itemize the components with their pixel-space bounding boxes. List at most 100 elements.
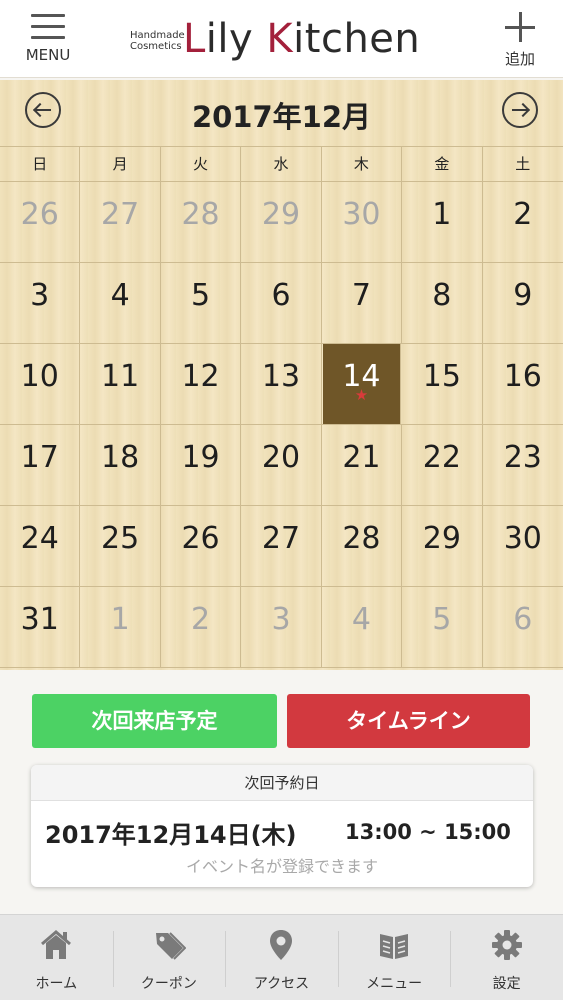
day-number: 1: [432, 197, 452, 232]
day-number: 2: [513, 197, 533, 232]
day-number: 27: [261, 521, 301, 556]
event-star-icon: ★: [354, 386, 369, 404]
day-number: 10: [20, 359, 59, 394]
day-number: 4: [351, 602, 371, 637]
calendar-day[interactable]: 4: [322, 587, 403, 667]
tab-label: アクセス: [253, 976, 310, 992]
day-number: 12: [181, 359, 220, 394]
calendar-day[interactable]: 23: [483, 425, 563, 505]
calendar-day[interactable]: 29: [241, 182, 322, 262]
calendar-day[interactable]: 9: [483, 263, 563, 343]
calendar-day[interactable]: 3: [241, 587, 322, 667]
calendar-day[interactable]: 8: [402, 263, 483, 343]
day-number: 5: [432, 602, 452, 637]
weekday-label: 火: [161, 147, 242, 182]
weekday-label: 月: [80, 147, 161, 182]
calendar-day[interactable]: 2: [161, 587, 242, 667]
calendar-day[interactable]: 3: [0, 263, 81, 343]
calendar-day[interactable]: 19: [161, 425, 242, 505]
weekday-label: 水: [241, 147, 322, 182]
calendar-day[interactable]: 25: [80, 506, 161, 586]
calendar-day[interactable]: 4: [80, 263, 161, 343]
calendar-day[interactable]: 10: [0, 344, 81, 424]
tab-menu[interactable]: メニュー: [337, 915, 451, 1000]
day-number: 1: [110, 602, 130, 637]
booking-date: 2017年12月14日(木): [45, 821, 297, 849]
book-icon: [380, 934, 409, 959]
calendar-day[interactable]: 22: [402, 425, 483, 505]
day-number: 29: [422, 521, 461, 556]
day-number: 28: [342, 521, 381, 556]
calendar-day[interactable]: 2: [483, 182, 563, 262]
day-number: 29: [261, 197, 301, 232]
timeline-button[interactable]: タイムライン: [287, 694, 530, 748]
calendar-day[interactable]: 5: [402, 587, 483, 667]
add-label: 追加: [504, 50, 535, 68]
bottom-tab-bar: ホーム クーポン アクセス メニュー 設定: [0, 914, 563, 1000]
calendar-day[interactable]: 6: [483, 587, 563, 667]
calendar-day[interactable]: 27: [241, 506, 322, 586]
weekday-label: 木: [322, 147, 403, 182]
calendar-day[interactable]: 15: [402, 344, 483, 424]
tab-label: ホーム: [35, 976, 78, 992]
menu-label: MENU: [25, 46, 71, 64]
tab-home[interactable]: ホーム: [0, 915, 113, 1000]
tag-icon: [155, 932, 186, 960]
calendar-day[interactable]: 21: [322, 425, 403, 505]
calendar-day[interactable]: 13: [241, 344, 322, 424]
booking-time: 13:00 ~ 15:00: [345, 820, 511, 844]
day-number: 6: [271, 278, 291, 313]
tab-access[interactable]: アクセス: [225, 915, 338, 1000]
day-number: 16: [503, 359, 542, 394]
calendar-day[interactable]: 20: [241, 425, 322, 505]
day-number: 20: [261, 440, 301, 475]
calendar-day[interactable]: 26: [0, 182, 81, 262]
day-number: 19: [181, 440, 220, 475]
calendar-day[interactable]: 5: [161, 263, 242, 343]
calendar-day[interactable]: 1: [402, 182, 483, 262]
calendar-header: 2017年12月: [0, 80, 563, 146]
tab-settings[interactable]: 設定: [450, 915, 563, 1000]
calendar-day[interactable]: 7: [322, 263, 403, 343]
calendar-day[interactable]: 31: [0, 587, 81, 667]
menu-button[interactable]: MENU: [18, 10, 78, 70]
next-visit-button[interactable]: 次回来店予定: [32, 694, 277, 748]
calendar-day[interactable]: 18: [80, 425, 161, 505]
calendar-day[interactable]: 28: [322, 506, 403, 586]
calendar-day[interactable]: 11: [80, 344, 161, 424]
weekday-header-row: 日月火水木金 土: [0, 147, 563, 182]
next-booking-card[interactable]: 次回予約日 2017年12月14日(木) 13:00 ~ 15:00 イベント名…: [31, 765, 533, 887]
calendar-day[interactable]: 17: [0, 425, 81, 505]
calendar-day[interactable]: 27: [80, 182, 161, 262]
calendar-day[interactable]: 12: [161, 344, 242, 424]
calendar-day[interactable]: 26: [161, 506, 242, 586]
tab-coupon[interactable]: クーポン: [112, 915, 226, 1000]
calendar-day[interactable]: 16: [483, 344, 563, 424]
calendar-week-row: 10 11 12 13 14 ★ 15 16: [0, 344, 563, 425]
day-number: 8: [432, 278, 452, 313]
booking-heading: 次回予約日: [31, 765, 533, 801]
calendar-day-selected[interactable]: 14 ★: [322, 344, 402, 424]
calendar-day[interactable]: 29: [402, 506, 483, 586]
day-number: 7: [351, 278, 371, 313]
home-icon: [41, 930, 72, 959]
calendar-day[interactable]: 6: [241, 263, 322, 343]
calendar-day[interactable]: 28: [161, 182, 242, 262]
day-number: 2: [191, 602, 211, 637]
next-month-button[interactable]: [502, 92, 538, 128]
calendar-day[interactable]: 24: [0, 506, 81, 586]
add-button[interactable]: 追加: [495, 10, 545, 70]
day-number: 4: [110, 278, 130, 313]
day-number: 30: [503, 521, 542, 556]
day-number: 21: [342, 440, 381, 475]
plus-icon: [505, 12, 535, 42]
calendar-day[interactable]: 1: [80, 587, 161, 667]
calendar-day[interactable]: 30: [322, 182, 403, 262]
calendar-day[interactable]: 30: [483, 506, 563, 586]
weekday-label: 日: [0, 147, 81, 182]
day-number: 30: [342, 197, 381, 232]
day-number: 15: [422, 359, 461, 394]
day-number: 26: [20, 197, 59, 232]
logo-wordmark: Lily Kitchen: [183, 16, 421, 62]
calendar-week-row: 3 4 5 6 7 8 9: [0, 263, 563, 344]
